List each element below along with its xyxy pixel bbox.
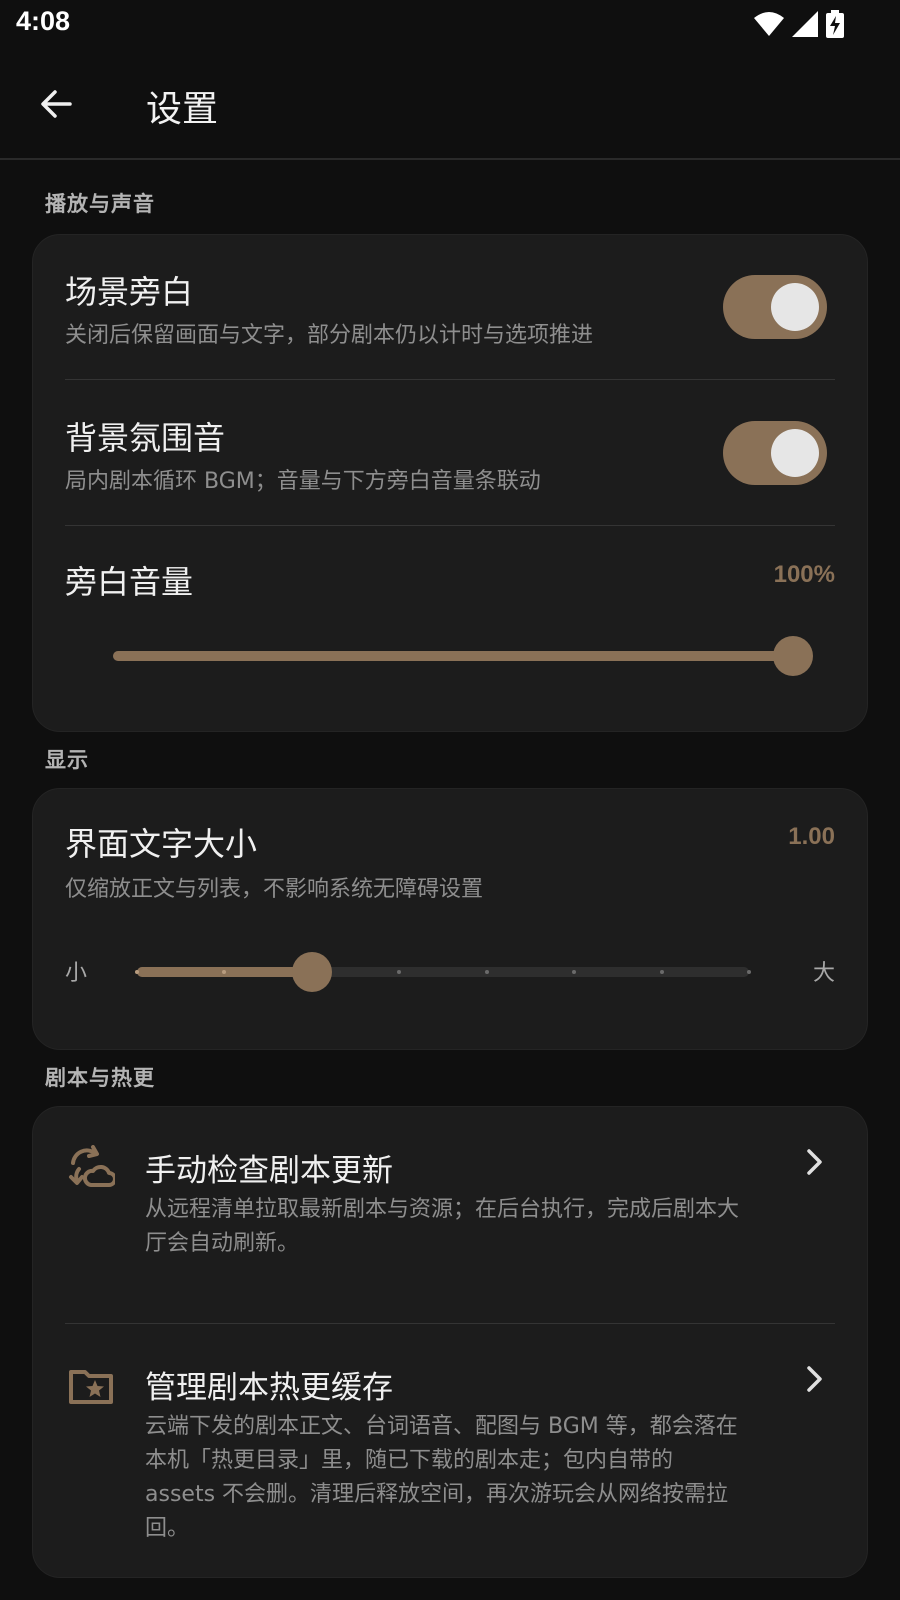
volume-slider-thumb[interactable]	[773, 636, 813, 676]
display-card: 界面文字大小 1.00 仅缩放正文与列表，不影响系统无障碍设置 小 大	[32, 788, 868, 1050]
manage-cache-row[interactable]: 管理剧本热更缓存 云端下发的剧本正文、台词语音、配图与 BGM 等，都会落在本机…	[33, 1324, 869, 1579]
volume-slider-fill	[113, 651, 793, 661]
slider-tick	[747, 970, 751, 974]
text-size-min-label: 小	[65, 961, 88, 986]
check-update-row[interactable]: 手动检查剧本更新 从远程清单拉取最新剧本与资源；在后台执行，完成后剧本大厅会自动…	[33, 1107, 869, 1321]
back-button[interactable]	[30, 78, 82, 130]
cell-signal-icon	[792, 11, 818, 37]
slider-tick	[484, 970, 489, 974]
text-size-title: 界面文字大小	[65, 825, 258, 863]
cloud-sync-icon	[69, 1145, 115, 1187]
section-title-display: 显示	[45, 748, 89, 772]
check-update-subtitle: 从远程清单拉取最新剧本与资源；在后台执行，完成后剧本大厅会自动刷新。	[145, 1197, 740, 1256]
slider-tick	[659, 970, 664, 974]
text-size-slider[interactable]	[135, 967, 751, 977]
arrow-left-icon	[41, 90, 72, 118]
volume-value: 100%	[773, 561, 835, 588]
status-icons	[754, 10, 844, 38]
manage-cache-subtitle: 云端下发的剧本正文、台词语音、配图与 BGM 等，都会落在本机「热更目录」里，随…	[145, 1414, 738, 1541]
section-title-playback: 播放与声音	[45, 192, 155, 216]
wifi-icon	[754, 12, 784, 36]
text-size-subtitle: 仅缩放正文与列表，不影响系统无障碍设置	[65, 877, 484, 902]
chevron-right-icon	[807, 1366, 822, 1392]
volume-title: 旁白音量	[65, 563, 194, 601]
status-bar: 4:08	[0, 0, 900, 48]
page-title: 设置	[146, 89, 219, 130]
slider-tick	[397, 970, 402, 974]
narration-toggle[interactable]	[723, 275, 827, 339]
playback-card: 场景旁白 关闭后保留画面与文字，部分剧本仍以计时与选项推进 背景氛围音 局内剧本…	[32, 234, 868, 732]
narration-subtitle: 关闭后保留画面与文字，部分剧本仍以计时与选项推进	[65, 323, 594, 348]
narration-title: 场景旁白	[65, 273, 194, 311]
folder-star-icon	[69, 1370, 113, 1404]
divider	[65, 379, 835, 380]
toggle-knob	[771, 283, 819, 331]
ambient-toggle[interactable]	[723, 421, 827, 485]
slider-tick	[572, 970, 577, 974]
ambient-subtitle: 局内剧本循环 BGM；音量与下方旁白音量条联动	[65, 469, 541, 494]
toggle-knob	[771, 429, 819, 477]
section-title-scripts: 剧本与热更	[45, 1066, 155, 1090]
text-size-max-label: 大	[812, 961, 835, 986]
check-update-title: 手动检查剧本更新	[145, 1153, 393, 1189]
slider-tick	[135, 970, 139, 974]
text-size-value: 1.00	[788, 823, 835, 850]
app-bar: 设置	[0, 48, 900, 160]
manage-cache-title: 管理剧本热更缓存	[145, 1370, 393, 1406]
text-size-slider-thumb[interactable]	[292, 952, 333, 992]
ambient-title: 背景氛围音	[65, 419, 226, 457]
volume-slider[interactable]	[113, 651, 793, 661]
scripts-card: 手动检查剧本更新 从远程清单拉取最新剧本与资源；在后台执行，完成后剧本大厅会自动…	[32, 1106, 868, 1578]
divider	[65, 525, 835, 526]
chevron-right-icon	[807, 1149, 822, 1175]
battery-charging-icon	[826, 10, 844, 38]
status-time: 4:08	[16, 6, 71, 36]
